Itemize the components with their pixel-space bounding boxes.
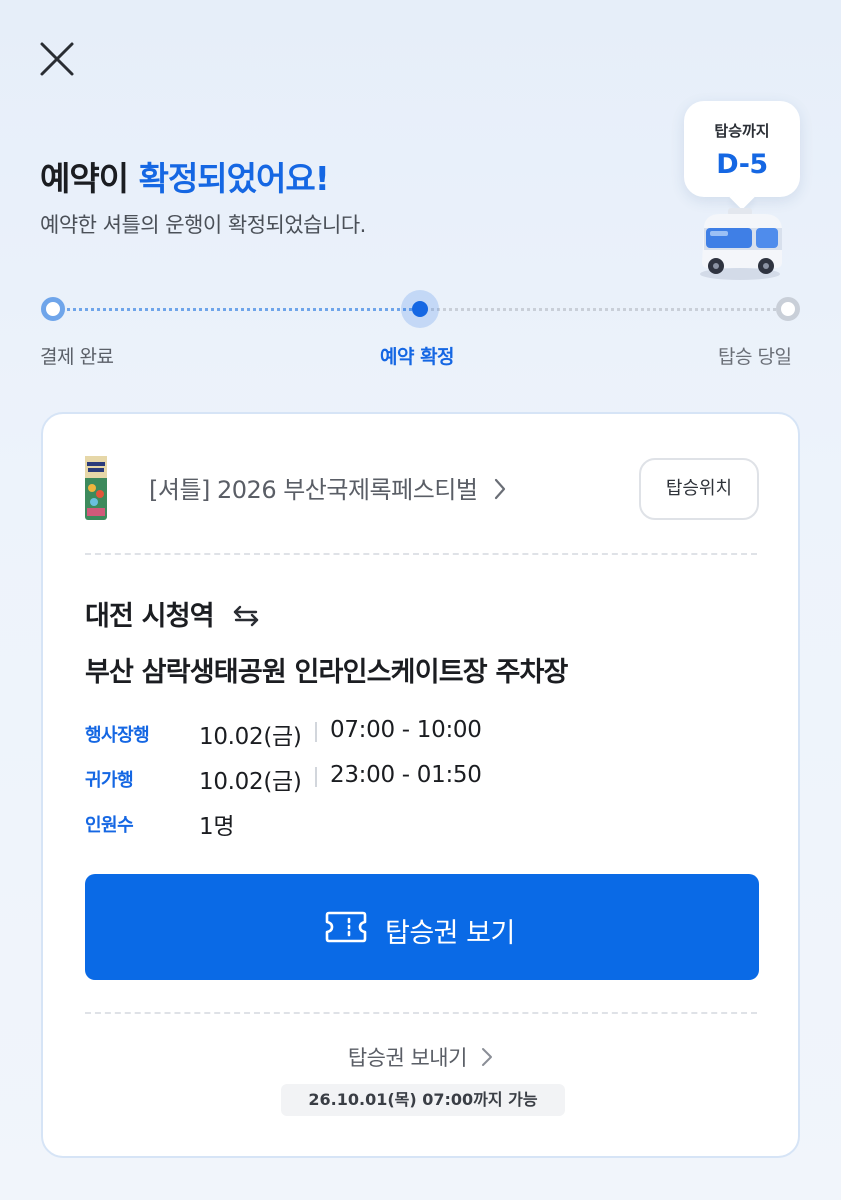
route-destination: 부산 삼락생태공원 인라인스케이트장 주차장 (85, 657, 568, 688)
info-date-outbound: 10.02(금) (199, 724, 302, 750)
boarding-location-button[interactable]: 탑승위치 (639, 458, 759, 520)
info-key-passengers: 인원수 (85, 815, 134, 836)
title-prefix: 예약이 (40, 159, 139, 198)
send-ticket-link[interactable]: 탑승권 보내기 (43, 1042, 798, 1072)
ticket-icon (325, 911, 367, 943)
chevron-right-icon (482, 1048, 493, 1066)
event-title-link[interactable]: [셔틀] 2026 부산국제록페스티벌 (149, 470, 507, 505)
progress-line-done (54, 308, 420, 311)
info-key-return: 귀가행 (85, 770, 134, 791)
view-ticket-button[interactable]: 탑승권 보기 (85, 874, 759, 980)
route-origin-label: 대전 시청역 (85, 601, 215, 632)
chevron-right-icon (494, 478, 505, 500)
info-key-outbound: 행사장행 (85, 725, 150, 746)
route-origin: 대전 시청역 (85, 594, 260, 633)
dday-value: D-5 (716, 149, 768, 180)
page-title: 예약이 확정되었어요! (40, 152, 330, 200)
info-time-return: 23:00 - 01:50 (330, 762, 482, 788)
event-title: [셔틀] 2026 부산국제록페스티벌 (149, 476, 478, 504)
dday-label: 탑승까지 (714, 122, 770, 140)
step-dot-payment (41, 297, 65, 321)
dday-bubble: 탑승까지 D-5 (684, 101, 800, 197)
info-date-return: 10.02(금) (199, 769, 302, 795)
view-ticket-label: 탑승권 보기 (385, 918, 515, 949)
step-label-payment: 결제 완료 (40, 346, 114, 368)
title-accent: 확정되었어요! (138, 159, 330, 198)
send-deadline-badge: 26.10.01(목) 07:00까지 가능 (281, 1084, 565, 1116)
info-value-passengers: 1명 (199, 814, 235, 840)
step-label-confirmed: 예약 확정 (380, 346, 455, 368)
info-separator (315, 722, 317, 742)
step-dot-boarding (776, 297, 800, 321)
bus-illustration-icon (700, 208, 782, 280)
divider (85, 553, 757, 555)
step-label-boarding: 탑승 당일 (718, 346, 792, 368)
send-ticket-label: 탑승권 보내기 (347, 1046, 468, 1070)
close-icon (40, 42, 74, 76)
reservation-card: [셔틀] 2026 부산국제록페스티벌 탑승위치 대전 시청역 부산 삼락생태공… (41, 412, 800, 1158)
info-separator (315, 767, 317, 787)
close-button[interactable] (36, 38, 78, 80)
page-subtitle: 예약한 셔틀의 운행이 확정되었습니다. (40, 213, 366, 237)
step-dot-confirmed (401, 290, 439, 328)
info-time-outbound: 07:00 - 10:00 (330, 717, 482, 743)
swap-arrows-icon (234, 605, 259, 626)
divider (85, 1012, 757, 1014)
progress-line-upcoming (420, 308, 788, 311)
event-poster-icon (85, 456, 107, 520)
